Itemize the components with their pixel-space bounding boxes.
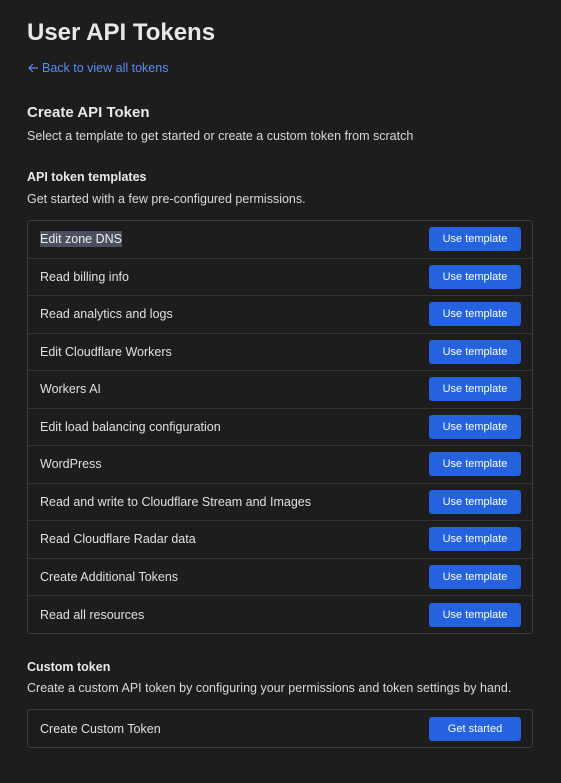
use-template-button[interactable]: Use template	[429, 564, 521, 589]
template-label: Edit zone DNS	[40, 231, 122, 248]
custom-section-description: Create a custom API token by configuring…	[27, 681, 512, 695]
template-row-stream-and-images: Read and write to Cloudflare Stream and …	[28, 484, 532, 521]
template-label: Workers AI	[40, 382, 101, 397]
template-label: Read and write to Cloudflare Stream and …	[40, 494, 311, 509]
template-label: Read billing info	[40, 269, 129, 284]
template-row-edit-zone-dns: Edit zone DNS Use template	[28, 221, 532, 259]
use-template-button[interactable]: Use template	[429, 414, 521, 439]
use-template-button[interactable]: Use template	[429, 377, 521, 402]
template-row-workers-ai: Workers AI Use template	[28, 371, 532, 409]
use-template-button[interactable]: Use template	[429, 227, 521, 252]
use-template-button[interactable]: Use template	[429, 302, 521, 327]
back-link[interactable]: Back to view all tokens	[27, 60, 168, 76]
use-template-button[interactable]: Use template	[429, 602, 521, 627]
custom-token-row: Create Custom Token Get started	[28, 710, 532, 747]
template-row-read-all-resources: Read all resources Use template	[28, 596, 532, 634]
use-template-button[interactable]: Use template	[429, 264, 521, 289]
create-section-description: Select a template to get started or crea…	[27, 129, 414, 143]
template-row-edit-cloudflare-workers: Edit Cloudflare Workers Use template	[28, 334, 532, 371]
arrow-left-icon	[28, 63, 39, 73]
page: User API Tokens Back to view all tokens …	[0, 0, 561, 783]
template-row-wordpress: WordPress Use template	[28, 446, 532, 484]
template-label: Edit Cloudflare Workers	[40, 344, 172, 359]
create-section-title: Create API Token	[27, 104, 150, 121]
use-template-button[interactable]: Use template	[429, 527, 521, 552]
template-row-edit-load-balancing: Edit load balancing configuration Use te…	[28, 409, 532, 446]
templates-section-title: API token templates	[27, 170, 147, 184]
custom-token-panel: Create Custom Token Get started	[27, 709, 533, 748]
template-label: WordPress	[40, 457, 102, 472]
template-row-read-billing-info: Read billing info Use template	[28, 259, 532, 296]
template-row-radar-data: Read Cloudflare Radar data Use template	[28, 521, 532, 559]
template-label: Create Additional Tokens	[40, 569, 179, 584]
template-label: Read Cloudflare Radar data	[40, 532, 196, 547]
use-template-button[interactable]: Use template	[429, 452, 521, 477]
use-template-button[interactable]: Use template	[429, 489, 521, 514]
custom-section-title: Custom token	[27, 660, 111, 674]
templates-list: Edit zone DNS Use template Read billing …	[27, 220, 533, 634]
template-label: Read analytics and logs	[40, 307, 173, 322]
template-label: Edit load balancing configuration	[40, 419, 221, 434]
custom-token-label: Create Custom Token	[40, 721, 161, 736]
back-link-label: Back to view all tokens	[42, 61, 169, 75]
template-label: Read all resources	[40, 607, 145, 622]
template-row-create-additional-tokens: Create Additional Tokens Use template	[28, 559, 532, 596]
page-title: User API Tokens	[27, 19, 216, 46]
use-template-button[interactable]: Use template	[429, 339, 521, 364]
get-started-button[interactable]: Get started	[429, 716, 521, 741]
template-row-read-analytics-and-logs: Read analytics and logs Use template	[28, 296, 532, 334]
templates-section-description: Get started with a few pre-configured pe…	[27, 192, 306, 206]
